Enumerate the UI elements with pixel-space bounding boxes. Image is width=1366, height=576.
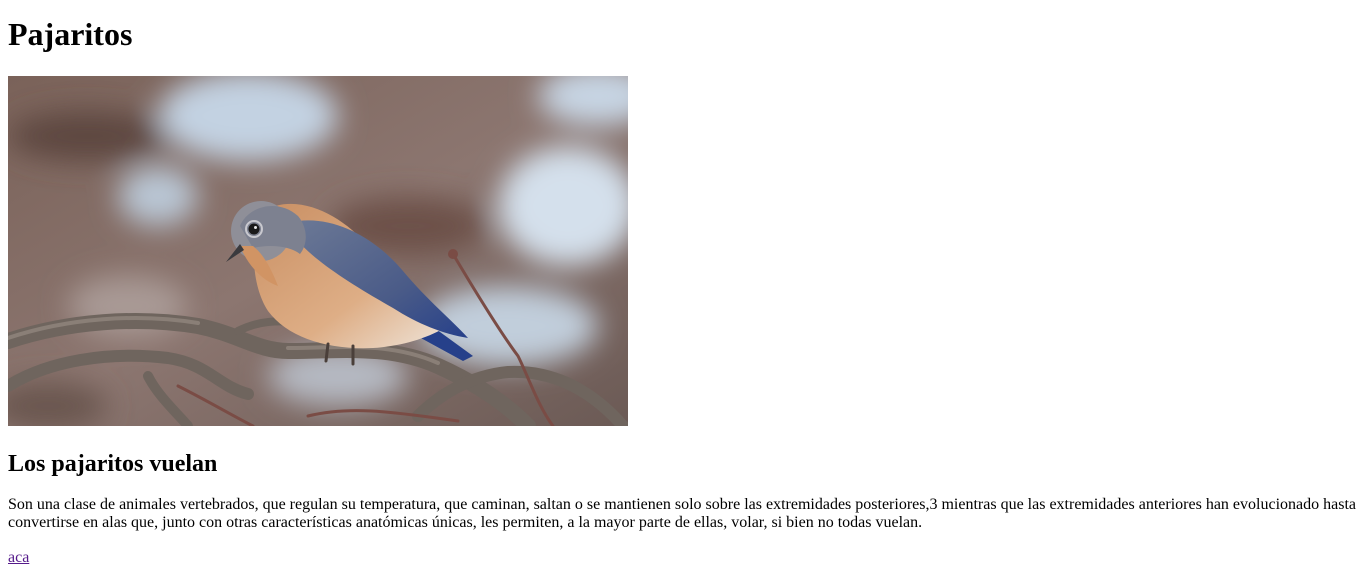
aca-link[interactable]: aca [8, 549, 29, 567]
page-title: Pajaritos [8, 16, 133, 52]
description-paragraph: Son una clase de animales vertebrados, q… [8, 496, 1356, 531]
page: Pajaritos Los pajaritos vuelan Son una c… [0, 0, 1366, 576]
section-heading: Los pajaritos vuelan [8, 451, 218, 477]
bird-photo [8, 76, 628, 426]
